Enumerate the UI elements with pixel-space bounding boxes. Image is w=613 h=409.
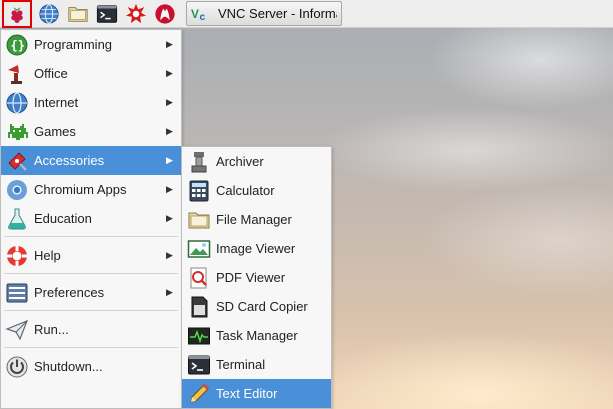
chromium-icon <box>4 177 30 203</box>
raspberry-menu-button[interactable] <box>2 0 32 28</box>
shutdown-icon <box>4 354 30 380</box>
svg-text:c: c <box>199 11 205 22</box>
submenu-arrow-icon: ▶ <box>166 250 173 260</box>
submenu-item-label: Terminal <box>216 357 266 372</box>
applications-menu: {} Programming ▶ Office ▶ Internet ▶ Gam… <box>0 29 182 409</box>
internet-globe-icon <box>4 90 30 116</box>
submenu-item-file-manager[interactable]: File Manager <box>182 205 331 234</box>
web-browser-icon <box>39 3 59 24</box>
menu-item-label: Preferences <box>34 285 105 300</box>
menu-item-accessories[interactable]: Accessories ▶ <box>1 146 181 175</box>
run-icon <box>4 317 30 343</box>
education-icon <box>4 206 30 232</box>
vnc-server-task-label: VNC Server - Informa... <box>218 6 337 21</box>
submenu-item-label: Text Editor <box>216 386 278 401</box>
preferences-icon <box>4 280 30 306</box>
submenu-arrow-icon: ▶ <box>166 126 173 136</box>
menu-item-preferences[interactable]: Preferences ▶ <box>1 278 181 307</box>
submenu-item-archiver[interactable]: Archiver <box>182 147 331 176</box>
menu-item-education[interactable]: Education ▶ <box>1 204 181 233</box>
submenu-item-label: SD Card Copier <box>216 299 308 314</box>
archiver-icon <box>186 149 212 175</box>
menu-item-label: Internet <box>34 95 79 110</box>
pdf-viewer-icon <box>186 265 212 291</box>
file-manager-icon <box>68 6 88 22</box>
submenu-item-calculator[interactable]: Calculator <box>182 176 331 205</box>
submenu-item-terminal[interactable]: Terminal <box>182 350 331 379</box>
submenu-item-label: Archiver <box>216 154 264 169</box>
menu-item-games[interactable]: Games ▶ <box>1 117 181 146</box>
submenu-arrow-icon: ▶ <box>166 155 173 165</box>
menu-separator <box>1 270 181 278</box>
menu-item-programming[interactable]: {} Programming ▶ <box>1 30 181 59</box>
mathematica-launcher[interactable] <box>151 0 179 28</box>
menu-item-label: Shutdown... <box>34 359 103 374</box>
terminal-icon <box>96 4 118 23</box>
menu-separator <box>1 344 181 352</box>
submenu-arrow-icon: ▶ <box>166 213 173 223</box>
raspberry-menu-icon <box>11 6 23 23</box>
submenu-arrow-icon: ▶ <box>166 184 173 194</box>
text-editor-icon <box>186 381 212 407</box>
vnc-server-task-button[interactable]: V c VNC Server - Informa... <box>186 1 342 26</box>
file-manager-launcher[interactable] <box>64 0 92 28</box>
menu-item-label: Programming <box>34 37 113 52</box>
menu-item-label: Games <box>34 124 76 139</box>
help-icon <box>4 243 30 269</box>
terminal-launcher[interactable] <box>93 0 121 28</box>
wolfram-icon <box>125 3 147 23</box>
games-icon <box>4 119 30 145</box>
menu-separator <box>1 307 181 315</box>
menu-item-label: Accessories <box>34 153 105 168</box>
submenu-arrow-icon: ▶ <box>166 39 173 49</box>
submenu-item-text-editor[interactable]: Text Editor <box>182 379 331 408</box>
menu-item-label: Office <box>34 66 68 81</box>
menu-item-label: Help <box>34 248 61 263</box>
menu-item-office[interactable]: Office ▶ <box>1 59 181 88</box>
submenu-item-label: Calculator <box>216 183 275 198</box>
submenu-item-label: File Manager <box>216 212 292 227</box>
svg-text:{}: {} <box>11 38 25 52</box>
sd-card-icon <box>186 294 212 320</box>
menu-item-chromium-apps[interactable]: Chromium Apps ▶ <box>1 175 181 204</box>
office-icon <box>4 61 30 87</box>
submenu-arrow-icon: ▶ <box>166 68 173 78</box>
submenu-item-label: Image Viewer <box>216 241 296 256</box>
menu-item-label: Run... <box>34 322 69 337</box>
folder-icon <box>186 207 212 233</box>
web-browser-launcher[interactable] <box>35 0 63 28</box>
terminal-icon <box>186 352 212 378</box>
wolfram-launcher[interactable] <box>122 0 150 28</box>
submenu-item-label: Task Manager <box>216 328 298 343</box>
submenu-item-image-viewer[interactable]: Image Viewer <box>182 234 331 263</box>
image-viewer-icon <box>186 236 212 262</box>
submenu-item-pdf-viewer[interactable]: PDF Viewer <box>182 263 331 292</box>
submenu-item-label: PDF Viewer <box>216 270 286 285</box>
mathematica-icon <box>155 3 175 24</box>
menu-separator <box>1 233 181 241</box>
menu-item-shutdown[interactable]: Shutdown... <box>1 352 181 381</box>
programming-icon: {} <box>4 32 30 58</box>
vnc-icon: V c <box>191 7 205 23</box>
submenu-arrow-icon: ▶ <box>166 287 173 297</box>
menu-item-run[interactable]: Run... <box>1 315 181 344</box>
menu-item-help[interactable]: Help ▶ <box>1 241 181 270</box>
submenu-item-sd-card-copier[interactable]: SD Card Copier <box>182 292 331 321</box>
calculator-icon <box>186 178 212 204</box>
submenu-item-task-manager[interactable]: Task Manager <box>182 321 331 350</box>
svg-text:V: V <box>191 7 199 21</box>
accessories-submenu: Archiver Calculator File Manager Image V… <box>181 146 332 409</box>
menu-item-label: Chromium Apps <box>34 182 127 197</box>
menu-item-internet[interactable]: Internet ▶ <box>1 88 181 117</box>
menu-item-label: Education <box>34 211 92 226</box>
taskbar: V c VNC Server - Informa... <box>0 0 613 28</box>
submenu-arrow-icon: ▶ <box>166 97 173 107</box>
task-manager-icon <box>186 323 212 349</box>
accessories-icon <box>4 148 30 174</box>
